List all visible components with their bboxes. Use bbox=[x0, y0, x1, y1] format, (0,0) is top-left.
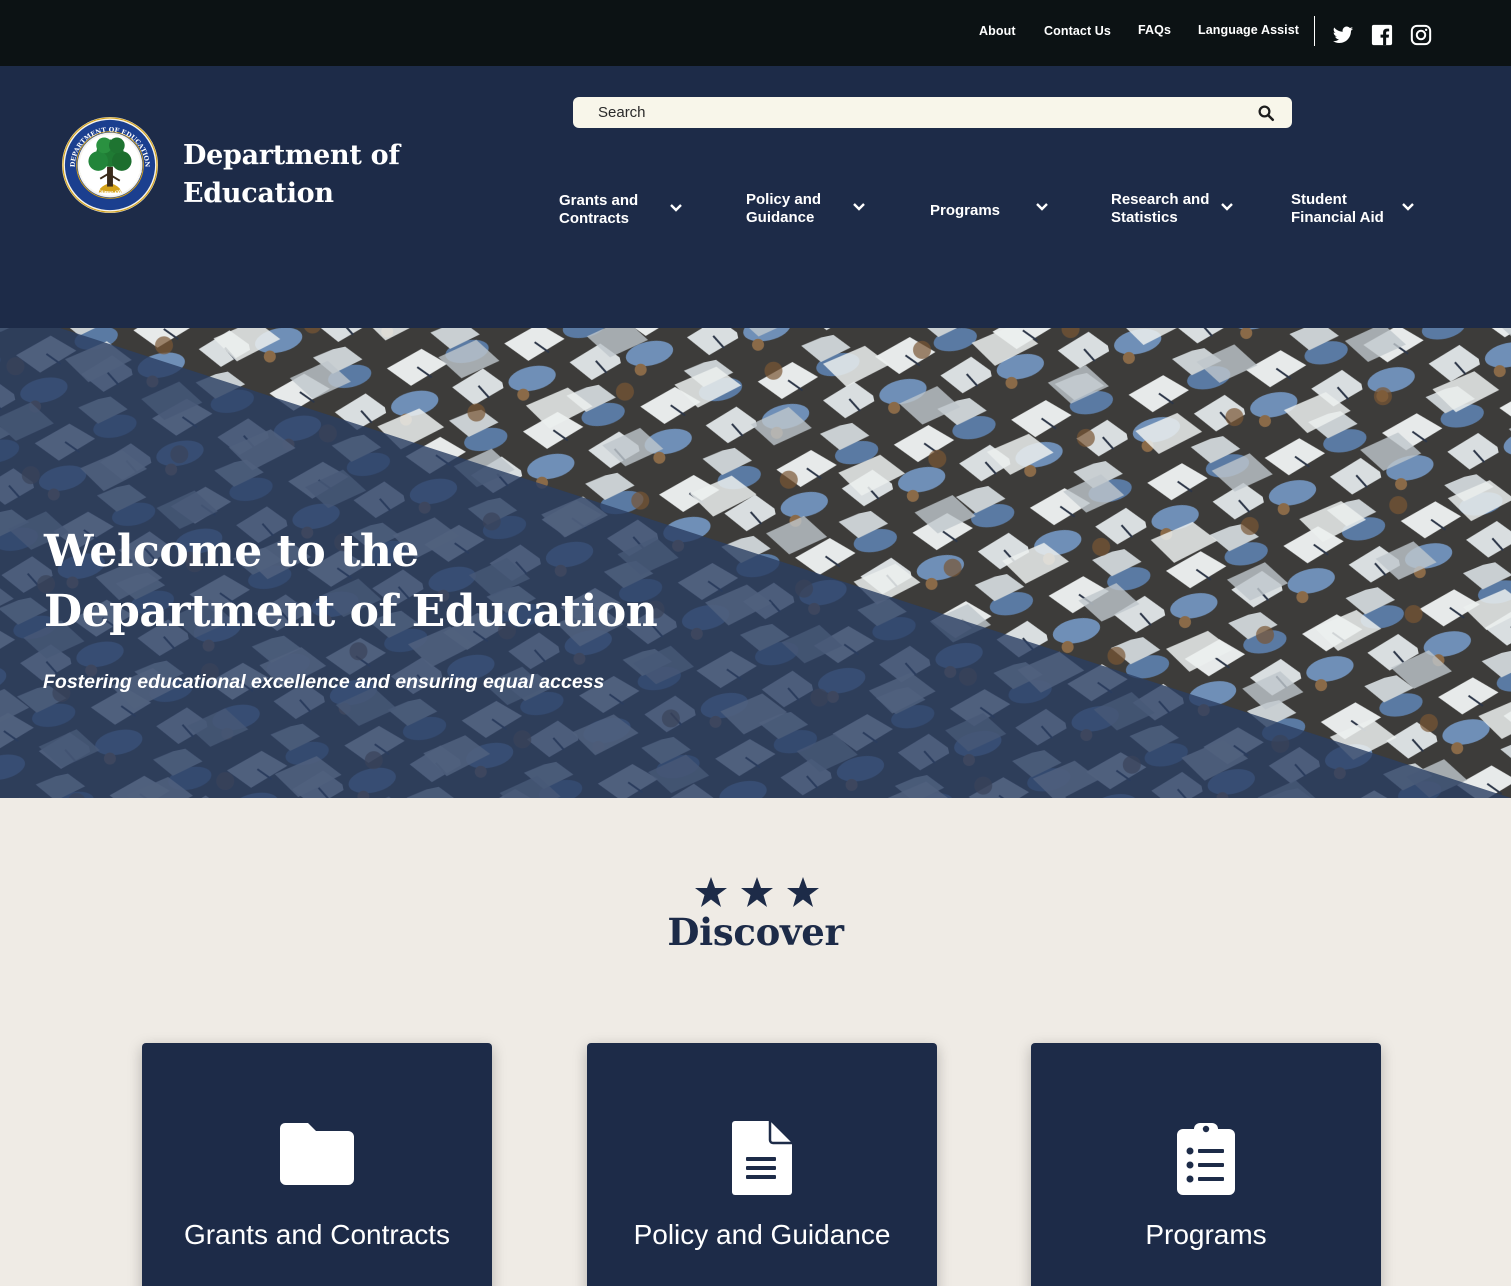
utility-bar: About Contact Us FAQs Language Assist bbox=[0, 0, 1511, 66]
nav-programs[interactable]: Programs bbox=[930, 202, 1048, 220]
card-grants-and-contracts[interactable]: Grants and Contracts bbox=[142, 1043, 492, 1286]
site-title[interactable]: Department of Education bbox=[183, 137, 443, 213]
nav-label: Research and Statistics bbox=[1111, 191, 1210, 226]
nav-grants-and-contracts[interactable]: Grants and Contracts bbox=[559, 192, 682, 228]
nav-label: Programs bbox=[930, 202, 1001, 219]
twitter-icon[interactable] bbox=[1332, 24, 1354, 46]
nav-policy-and-guidance[interactable]: Policy and Guidance bbox=[746, 191, 865, 227]
faqs-link[interactable]: FAQs bbox=[1138, 23, 1171, 37]
nav-student-financial-aid[interactable]: Student Financial Aid bbox=[1291, 191, 1414, 227]
document-icon bbox=[732, 1121, 792, 1195]
card-title: Programs bbox=[1145, 1219, 1267, 1250]
chevron-down-icon bbox=[1402, 203, 1414, 211]
card-title: Grants and Contracts bbox=[183, 1219, 451, 1250]
instagram-icon[interactable] bbox=[1410, 24, 1432, 46]
contact-us-link[interactable]: Contact Us bbox=[1044, 24, 1111, 38]
search-input[interactable] bbox=[585, 101, 1235, 124]
chevron-down-icon bbox=[853, 203, 865, 211]
utility-divider bbox=[1314, 16, 1315, 46]
hero-title: Welcome to the Department of Education bbox=[44, 526, 658, 637]
discover-title: Discover bbox=[667, 910, 844, 954]
nav-label: Student Financial Aid bbox=[1291, 191, 1384, 226]
nav-label: Grants and Contracts bbox=[559, 192, 639, 227]
hero-subtitle: Fostering educational excellence and ens… bbox=[43, 671, 605, 693]
card-title: Policy and Guidance bbox=[633, 1219, 891, 1250]
search-icon[interactable] bbox=[1257, 104, 1275, 122]
chevron-down-icon bbox=[1221, 203, 1233, 211]
card-programs[interactable]: Programs bbox=[1031, 1043, 1381, 1286]
folder-icon bbox=[280, 1123, 354, 1185]
clipboard-list-icon bbox=[1177, 1123, 1235, 1195]
department-seal-icon[interactable]: DEPARTMENT OF EDUCATION UNITED STATES OF… bbox=[61, 116, 159, 214]
language-assist-link[interactable]: Language Assist bbox=[1198, 23, 1299, 37]
about-link[interactable]: About bbox=[979, 24, 1016, 38]
stars-icon bbox=[695, 877, 819, 907]
chevron-down-icon bbox=[670, 204, 682, 212]
nav-research-and-statistics[interactable]: Research and Statistics bbox=[1111, 191, 1233, 227]
search-bar bbox=[573, 97, 1292, 128]
chevron-down-icon bbox=[1036, 203, 1048, 211]
card-policy-and-guidance[interactable]: Policy and Guidance bbox=[587, 1043, 937, 1286]
nav-label: Policy and Guidance bbox=[746, 191, 822, 226]
facebook-icon[interactable] bbox=[1371, 24, 1393, 46]
